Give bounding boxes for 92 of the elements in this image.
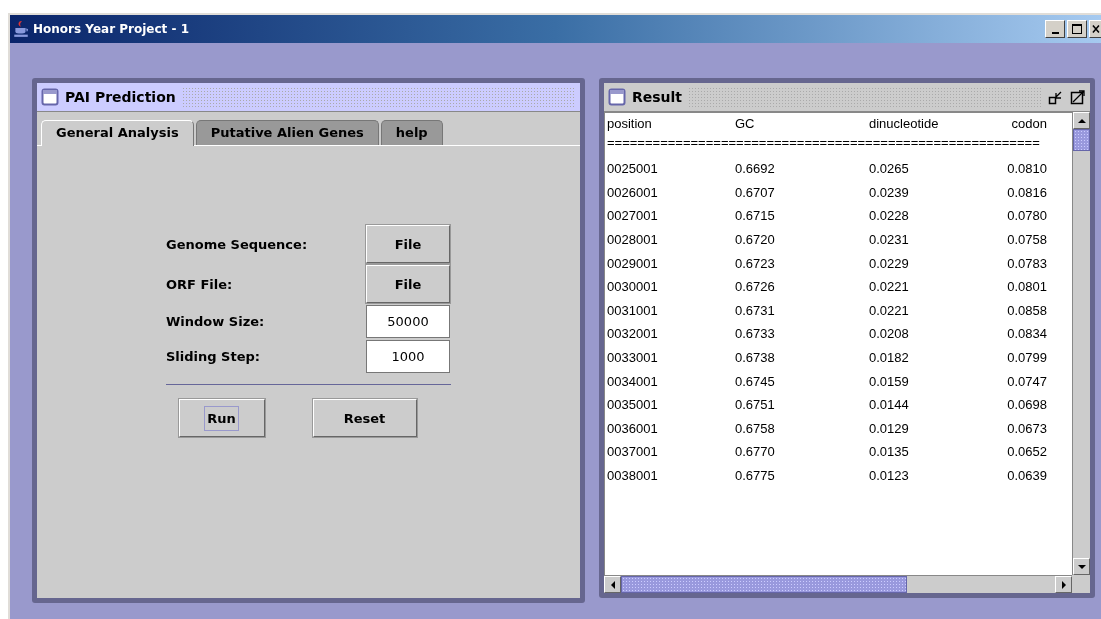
table-cell-text: 0035001	[607, 397, 659, 413]
table-cell-text: 0.0265	[869, 161, 910, 177]
table-cell-text: 0.0783	[1006, 255, 1047, 271]
table-cell-text: 0.0799	[1006, 350, 1047, 366]
table-cell-text: 0.6738	[735, 350, 776, 366]
table-cell-text: 0.6775	[735, 468, 776, 483]
table-cell-text: 0031001	[607, 302, 659, 318]
table-cell-text: 0.6707	[735, 184, 776, 200]
window-title: Honors Year Project - 1	[33, 22, 189, 36]
table-cell-text: 0.0231	[869, 232, 910, 248]
table-cell-text: 0025001	[607, 161, 659, 177]
table-cell-text: 0.0123	[869, 468, 910, 483]
file-button[interactable]: File	[366, 225, 450, 263]
table-cell-text: 0.6715	[735, 208, 776, 224]
table-cell-text: 0.0673	[1006, 420, 1047, 436]
table-cell-text: 0.0159	[869, 373, 910, 389]
maximize-icon	[1072, 24, 1082, 34]
table-cell-text: 0034001	[607, 373, 659, 389]
table-cell-text: 0.0135	[869, 444, 910, 460]
table-cell-text: 0027001	[607, 208, 659, 224]
table-cell-text: 0.0129	[869, 420, 910, 436]
tab[interactable]: help	[380, 120, 443, 145]
table-cell-text: 0.6726	[735, 279, 776, 295]
table-cell-text: 0.0858	[1006, 302, 1047, 318]
column-header: position	[607, 115, 653, 131]
table-cell-text: 0.0228	[869, 208, 910, 224]
table-cell-text: 0.0182	[869, 350, 910, 366]
cup-icon	[12, 20, 30, 38]
table-cell-text: 0.0698	[1006, 397, 1047, 413]
field-label: Genome Sequence:	[166, 236, 309, 252]
table-cell-text: 0.0221	[869, 279, 910, 295]
frame-title: PAI Prediction	[65, 89, 176, 105]
frame-title: Result	[632, 89, 683, 105]
action-button[interactable]: Run	[178, 399, 265, 437]
table-cell-text: 0.0652	[1006, 444, 1047, 460]
table-cell-text: 0.6770	[735, 444, 776, 460]
column-header: codon	[1010, 115, 1047, 131]
column-header: GC	[735, 115, 756, 131]
input-field[interactable]: 50000	[366, 305, 450, 338]
table-cell-text: 0.6733	[735, 326, 776, 342]
table-cell-text: 0.6720	[735, 232, 776, 248]
table-cell-text: 0038001	[607, 468, 659, 483]
table-cell-text: 0.0834	[1006, 326, 1047, 342]
table-cell-text: 0.0810	[1006, 161, 1047, 177]
table-cell-text: 0029001	[607, 255, 659, 271]
scroll-thumb[interactable]	[1073, 129, 1090, 151]
table-cell-text: 0.0221	[869, 302, 910, 318]
tab[interactable]: Putative Alien Genes	[195, 120, 379, 145]
table-cell-text: 0.0801	[1006, 279, 1047, 295]
table-cell-text: 0.6723	[735, 255, 776, 271]
window-icon	[608, 88, 626, 106]
separator-line: =========================================================	[607, 137, 1041, 151]
file-button[interactable]: File	[366, 265, 450, 303]
table-cell-text: 0.0816	[1006, 184, 1047, 200]
action-button[interactable]: Reset	[312, 399, 417, 437]
field-label: Window Size:	[166, 314, 266, 329]
close-icon	[1091, 23, 1100, 35]
maximize-icon[interactable]	[1070, 89, 1086, 105]
column-header: dinucleotide	[869, 115, 940, 131]
table-cell-text: 0030001	[607, 279, 659, 295]
vertical-scrollbar[interactable]	[1072, 112, 1090, 575]
table-cell-text: 0.0639	[1006, 468, 1047, 483]
table-cell-text: 0.0208	[869, 326, 910, 342]
table-cell-text: 0.6731	[735, 302, 776, 318]
table-cell-text: 0.0780	[1006, 208, 1047, 224]
horizontal-scrollbar[interactable]	[604, 575, 1072, 593]
field-label: ORF File:	[166, 276, 234, 292]
field-label: Sliding Step:	[166, 349, 262, 364]
minimize-button[interactable]	[1045, 20, 1065, 38]
table-cell-text: 0.0229	[869, 255, 910, 271]
table-cell-text: 0037001	[607, 444, 659, 460]
table-cell-text: 0.6751	[735, 397, 776, 413]
input-field[interactable]: 1000	[366, 340, 450, 373]
maximize-button[interactable]	[1067, 20, 1087, 38]
minimize-icon[interactable]	[1048, 89, 1064, 105]
table-cell-text: 0036001	[607, 420, 659, 436]
table-cell-text: 0.0239	[869, 184, 910, 200]
table-cell-text: 0.6758	[735, 420, 776, 436]
scroll-thumb[interactable]	[621, 576, 907, 593]
table-cell-text: 0033001	[607, 350, 659, 366]
table-cell-text: 0.0144	[869, 397, 910, 413]
tab[interactable]: General Analysis	[41, 120, 194, 146]
table-cell-text: 0.6745	[735, 373, 776, 389]
table-cell-text: 0.6692	[735, 161, 776, 177]
table-cell-text: 0.0747	[1006, 373, 1047, 389]
table-cell-text: 0.0758	[1006, 232, 1047, 248]
table-cell-text: 0028001	[607, 232, 659, 248]
window-icon	[41, 88, 59, 106]
close-button[interactable]	[1089, 20, 1101, 38]
table-cell-text: 0026001	[607, 184, 659, 200]
table-cell-text: 0032001	[607, 326, 659, 342]
minimize-icon	[1051, 31, 1059, 34]
